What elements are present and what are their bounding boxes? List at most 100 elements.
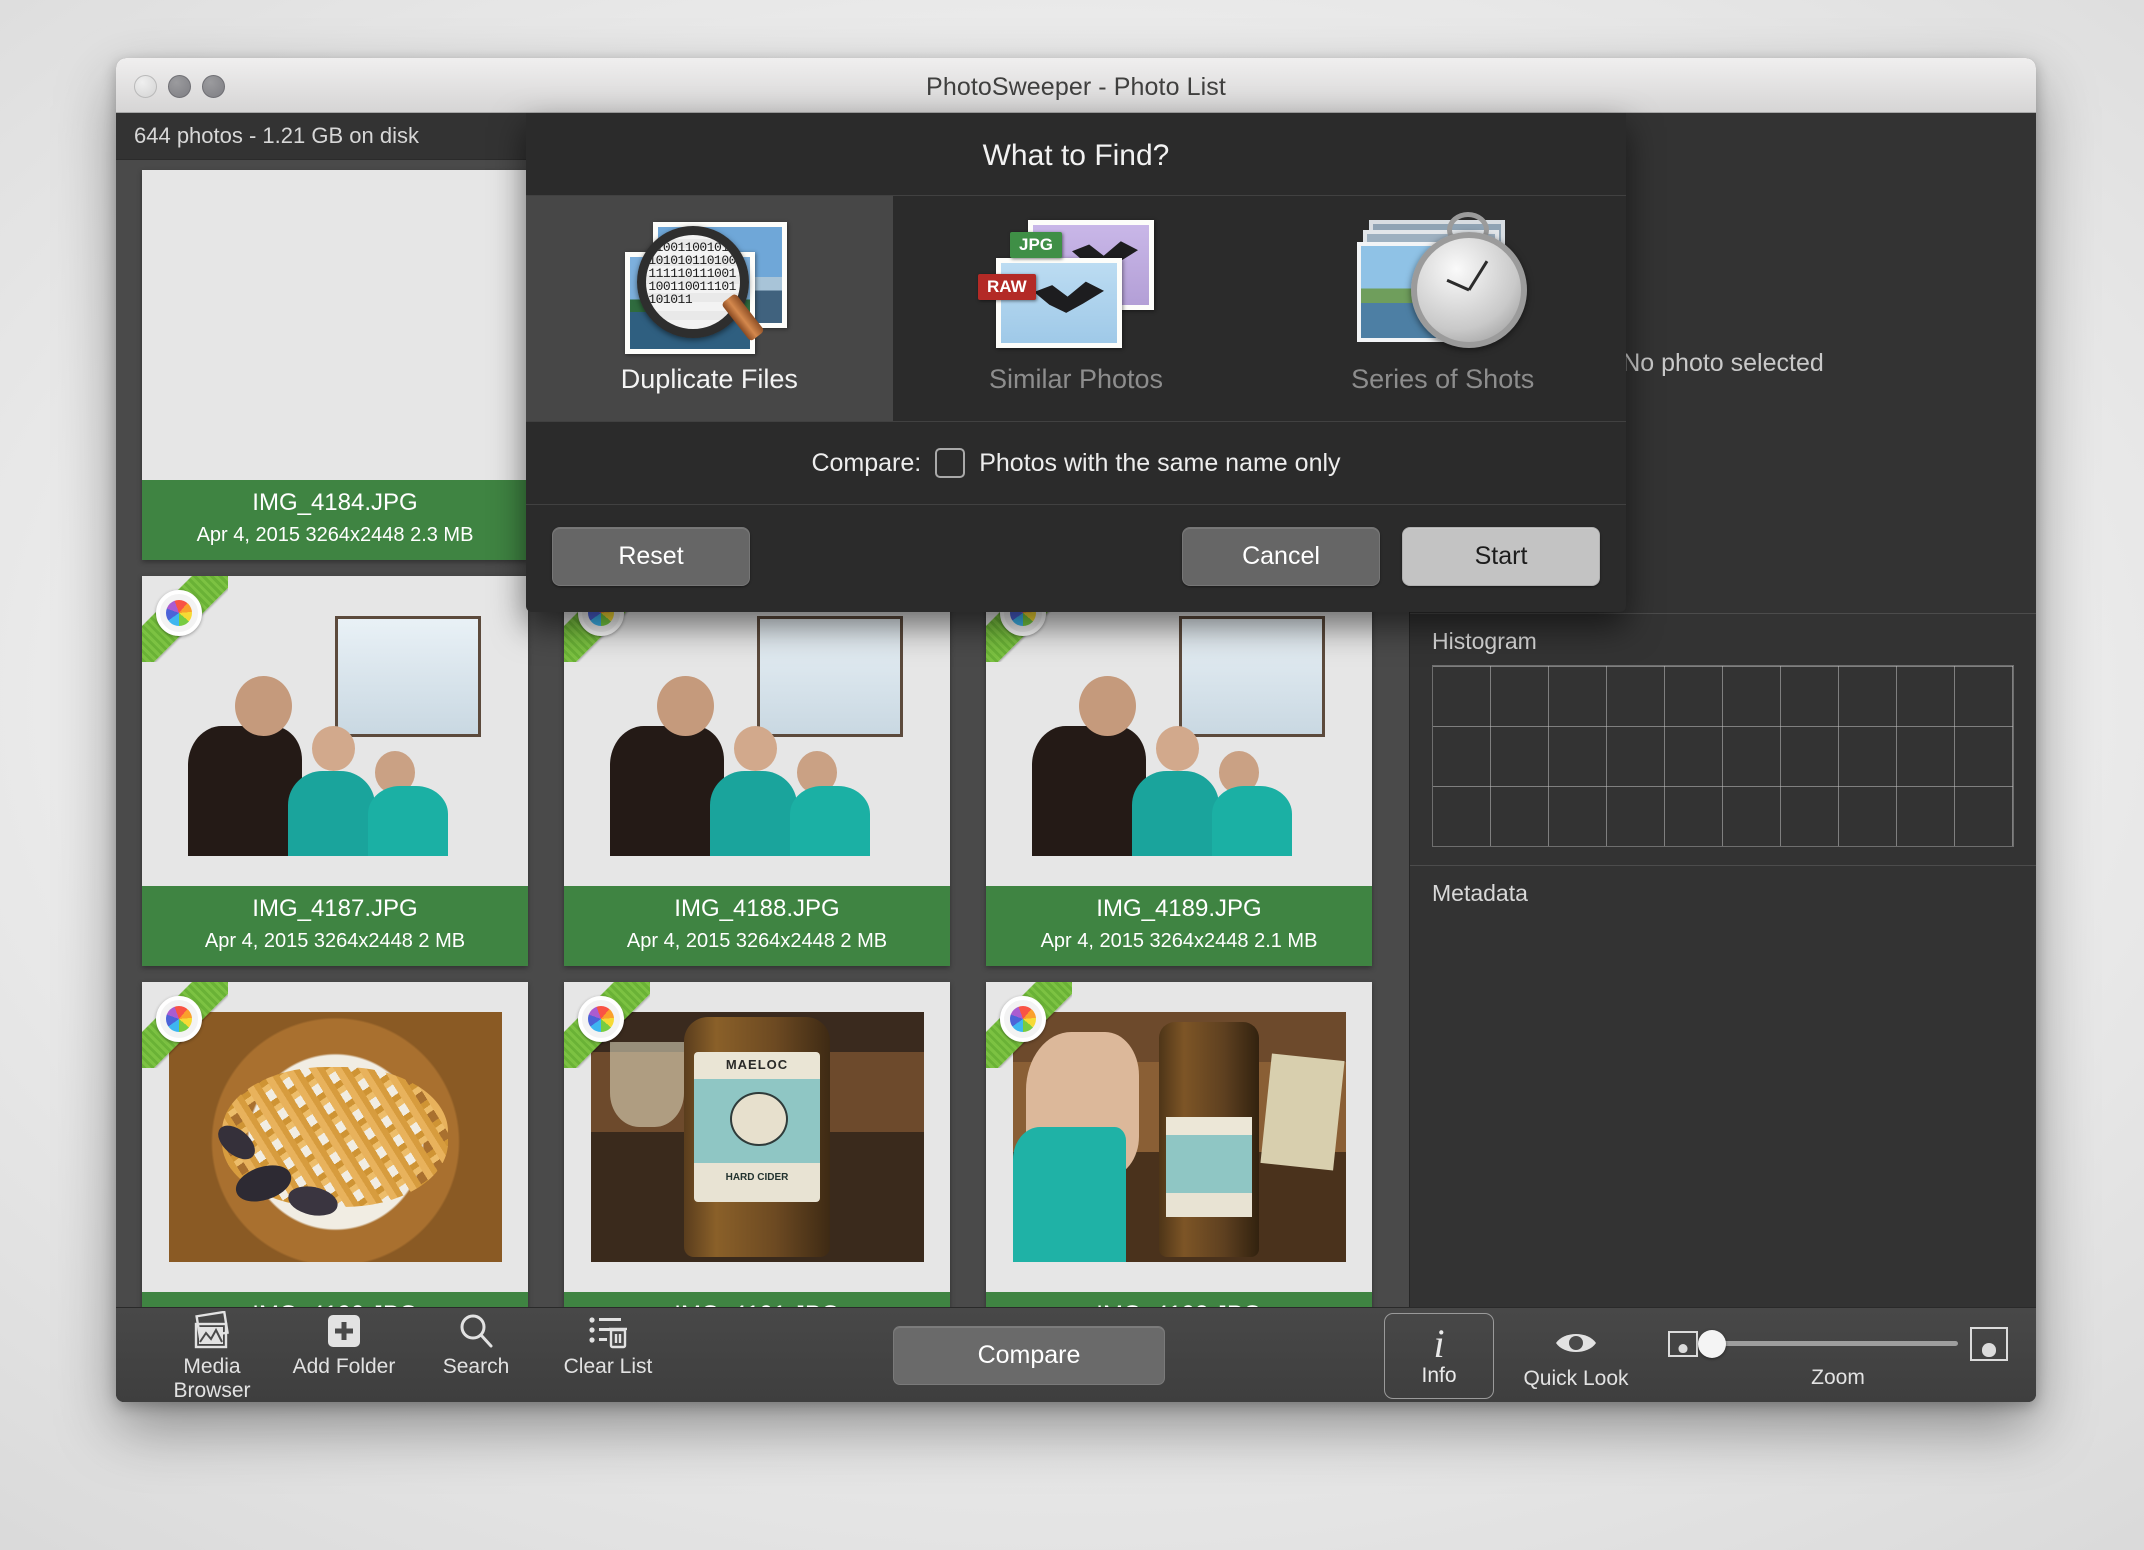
small-thumbnail-icon[interactable]: [1668, 1330, 1698, 1357]
search-icon: [410, 1309, 542, 1353]
photo-cell[interactable]: IMG_4189.JPG Apr 4, 2015 3264x2448 2.1 M…: [986, 576, 1372, 966]
photo-image: [1013, 606, 1346, 856]
toolbar-right-group: i Info Quick Look Zoom: [1384, 1312, 2036, 1399]
photosweeper-window: PhotoSweeper - Photo List 644 photos - 1…: [116, 58, 2036, 1402]
binary-text: 1100110010111010101101001111101110011001…: [648, 240, 736, 307]
find-mode-row: 1100110010111010101101001111101110011001…: [526, 195, 1626, 422]
media-browser-icon: [146, 1309, 278, 1353]
photo-caption: IMG_4189.JPG Apr 4, 2015 3264x2448 2.1 M…: [986, 886, 1372, 966]
photo-caption: IMG_4187.JPG Apr 4, 2015 3264x2448 2 MB: [142, 886, 528, 966]
similar-photos-icon: JPG RAW: [976, 218, 1176, 348]
photo-thumbnail[interactable]: [986, 576, 1372, 886]
zoom-slider-track[interactable]: [1698, 1329, 1958, 1358]
sheet-title: What to Find?: [982, 139, 1170, 172]
media-browser-label: Media Browser: [173, 1354, 251, 1402]
mode-similar-photos[interactable]: JPG RAW Similar Photos: [893, 196, 1260, 421]
info-button[interactable]: i Info: [1384, 1312, 1494, 1399]
photo-filename: IMG_4187.JPG: [252, 895, 418, 922]
add-folder-button[interactable]: Add Folder: [278, 1309, 410, 1403]
clear-list-icon: [542, 1309, 674, 1353]
mode-label: Duplicate Files: [620, 364, 798, 394]
same-name-only-checkbox[interactable]: [935, 448, 966, 478]
photo-thumbnail[interactable]: [142, 982, 528, 1292]
compare-button[interactable]: Compare: [893, 1326, 1165, 1385]
photo-thumbnail[interactable]: [142, 170, 528, 480]
photo-caption: IMG_4184.JPG Apr 4, 2015 3264x2448 2.3 M…: [142, 480, 528, 560]
eye-icon: [1510, 1321, 1642, 1365]
photo-cell[interactable]: IMG_4190.JPG Apr 4, 2015 3264x2448 2.2 M…: [142, 982, 528, 1308]
photo-cell[interactable]: MAELOC HARD CIDER IMG_4191.JPG Apr 4, 20…: [564, 982, 950, 1308]
add-folder-icon: [278, 1309, 410, 1353]
bottom-toolbar: Media Browser Add Folder Search Clear Li…: [116, 1307, 2036, 1402]
photo-metadata: Apr 4, 2015 3264x2448 2.3 MB: [196, 524, 474, 546]
desktop-background: PhotoSweeper - Photo List 644 photos - 1…: [0, 0, 2144, 1550]
photo-filename: IMG_4184.JPG: [252, 489, 418, 516]
search-label: Search: [442, 1354, 510, 1378]
photo-image: [1012, 1012, 1346, 1262]
photo-thumbnail[interactable]: [986, 982, 1372, 1292]
photo-image: MAELOC HARD CIDER: [590, 1012, 924, 1262]
photo-filename: IMG_4188.JPG: [674, 895, 840, 922]
sheet-button-row: Reset Cancel Start: [526, 505, 1626, 612]
start-button[interactable]: Start: [1402, 527, 1600, 586]
photo-cell[interactable]: IMG_4184.JPG Apr 4, 2015 3264x2448 2.3 M…: [142, 170, 528, 560]
histogram-section: Histogram: [1410, 614, 2036, 866]
raw-tag: RAW: [978, 274, 1036, 300]
duplicate-files-icon: 1100110010111010101101001111101110011001…: [609, 218, 809, 354]
quick-look-button[interactable]: Quick Look: [1510, 1321, 1642, 1391]
mode-label: Similar Photos: [988, 364, 1164, 394]
photo-thumbnail[interactable]: [564, 576, 950, 886]
window-title: PhotoSweeper - Photo List: [926, 73, 1226, 101]
what-to-find-sheet: What to Find? 11001100101110101011010011…: [526, 113, 1626, 612]
zoom-label: Zoom: [1811, 1365, 1865, 1389]
window-body: 644 photos - 1.21 GB on disk IMG_4184.JP…: [116, 113, 2036, 1402]
photo-caption: IMG_4188.JPG Apr 4, 2015 3264x2448 2 MB: [564, 886, 950, 966]
photo-metadata: Apr 4, 2015 3264x2448 2 MB: [626, 930, 888, 952]
reset-button[interactable]: Reset: [552, 527, 750, 586]
mode-label: Series of Shots: [1351, 364, 1535, 394]
photo-cell[interactable]: IMG_4187.JPG Apr 4, 2015 3264x2448 2 MB: [142, 576, 528, 966]
photo-thumbnail[interactable]: MAELOC HARD CIDER: [564, 982, 950, 1292]
status-text: 644 photos - 1.21 GB on disk: [134, 123, 419, 148]
compare-options-row: Compare: Photos with the same name only: [526, 422, 1626, 505]
series-of-shots-icon: [1343, 212, 1543, 348]
cancel-button[interactable]: Cancel: [1182, 527, 1380, 586]
photo-image: [168, 1012, 502, 1262]
quick-look-label: Quick Look: [1523, 1366, 1629, 1390]
window-titlebar: PhotoSweeper - Photo List: [116, 58, 2036, 113]
photo-cell[interactable]: IMG_4192.JPG Apr 4, 2015 2448x3264 2.2 M…: [986, 982, 1372, 1308]
info-label: Info: [1421, 1363, 1457, 1387]
photo-caption: IMG_4192.JPG Apr 4, 2015 2448x3264 2.2 M…: [986, 1292, 1372, 1308]
photo-cell[interactable]: IMG_4188.JPG Apr 4, 2015 3264x2448 2 MB: [564, 576, 950, 966]
media-browser-button[interactable]: Media Browser: [146, 1309, 278, 1403]
photo-image: [169, 606, 502, 856]
no-photo-selected-label: No photo selected: [1622, 348, 1824, 377]
photo-metadata: Apr 4, 2015 3264x2448 2 MB: [204, 930, 466, 952]
clear-list-label: Clear List: [563, 1354, 653, 1378]
photo-filename: IMG_4189.JPG: [1096, 895, 1262, 922]
histogram-chart: [1432, 665, 2014, 847]
clear-list-button[interactable]: Clear List: [542, 1309, 674, 1403]
add-folder-label: Add Folder: [292, 1354, 396, 1378]
info-icon: i: [1433, 1320, 1445, 1366]
photo-metadata: Apr 4, 2015 3264x2448 2.1 MB: [1040, 930, 1318, 952]
confirm-button-group: Cancel Start: [1182, 527, 1600, 586]
stopwatch-icon: [1410, 232, 1527, 348]
jpg-tag: JPG: [1010, 232, 1063, 258]
histogram-title: Histogram: [1432, 628, 1537, 654]
zoom-slider-knob[interactable]: [1698, 1329, 1726, 1358]
zoom-slider-row[interactable]: [1668, 1322, 2008, 1366]
metadata-title: Metadata: [1432, 880, 1528, 906]
zoom-control[interactable]: Zoom: [1668, 1322, 2008, 1390]
large-thumbnail-icon[interactable]: [1970, 1326, 2008, 1361]
search-button[interactable]: Search: [410, 1309, 542, 1403]
photo-image: [591, 606, 924, 856]
same-name-only-label: Photos with the same name only: [979, 448, 1341, 477]
photo-thumbnail[interactable]: [142, 576, 528, 886]
compare-button-wrap: Compare: [674, 1326, 1384, 1385]
toolbar-left-group: Media Browser Add Folder Search Clear Li…: [116, 1309, 674, 1403]
photo-image: [168, 200, 502, 450]
mode-series-of-shots[interactable]: Series of Shots: [1259, 196, 1626, 421]
photo-caption: IMG_4191.JPG Apr 4, 2015 2448x3264 2.2 M…: [564, 1292, 950, 1308]
mode-duplicate-files[interactable]: 1100110010111010101101001111101110011001…: [526, 196, 893, 421]
